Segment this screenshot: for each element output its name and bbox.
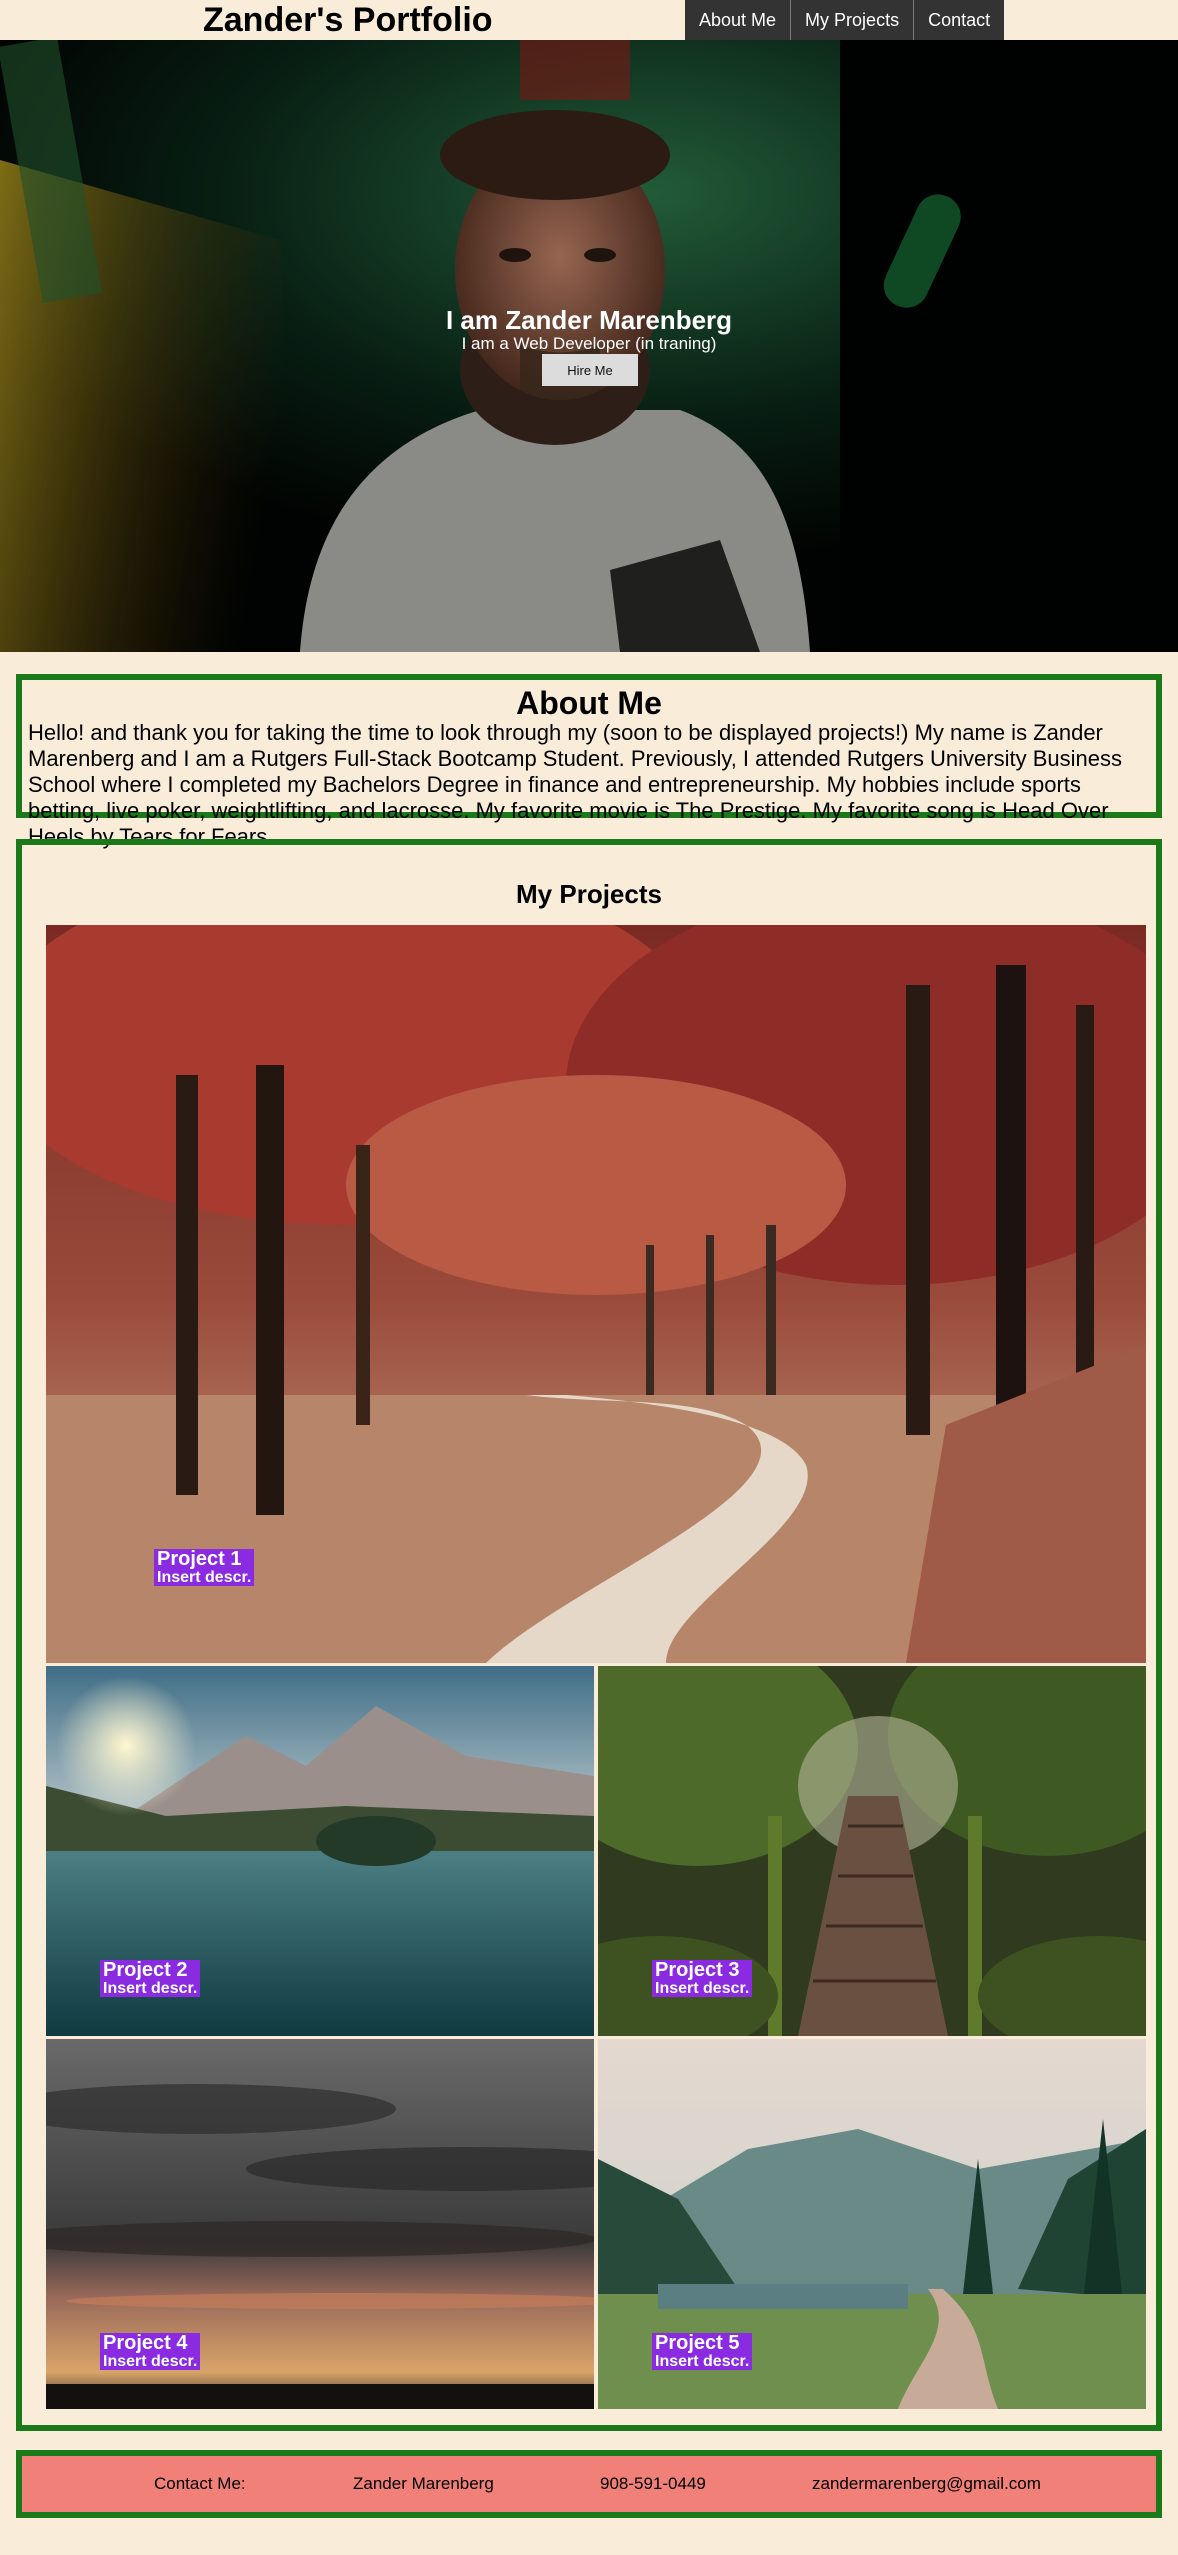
site-header: Zander's Portfolio About Me My Projects … [0, 0, 1178, 40]
project-3-desc: Insert descr. [655, 1980, 750, 1997]
project-5-title: Project 5 [655, 2332, 740, 2354]
project-2-card[interactable]: Project 2 Insert descr. [46, 1666, 594, 2036]
project-2-desc: Insert descr. [103, 1980, 198, 1997]
project-4-desc: Insert descr. [103, 2353, 198, 2370]
project-2-label: Project 2 Insert descr. [100, 1959, 201, 1997]
contact-name: Zander Marenberg [353, 2474, 494, 2493]
project-4-label: Project 4 Insert descr. [100, 2332, 201, 2370]
contact-email[interactable]: zandermarenberg@gmail.com [812, 2456, 1041, 2512]
site-title: Zander's Portfolio [203, 1, 493, 39]
project-3-label: Project 3 Insert descr. [652, 1959, 753, 1997]
hire-me-button[interactable]: Hire Me [542, 354, 638, 386]
project-1-desc: Insert descr. [157, 1569, 252, 1586]
hero-heading: I am Zander Marenberg [445, 305, 733, 335]
hero-subheading: I am a Web Developer (in traning) [461, 334, 717, 353]
about-section: About Me Hello! and thank you for taking… [16, 674, 1162, 849]
project-5-desc: Insert descr. [655, 2353, 750, 2370]
about-heading: About Me [516, 685, 662, 721]
hero-banner: I am Zander Marenberg I am a Web Develop… [0, 40, 1178, 652]
nav-contact[interactable]: Contact [914, 0, 1005, 40]
project-5-card[interactable]: Project 5 Insert descr. [598, 2039, 1146, 2409]
project-4-title: Project 4 [103, 2332, 188, 2354]
nav-my-projects[interactable]: My Projects [791, 0, 915, 40]
project-1-card[interactable]: Project 1 Insert descr. [46, 925, 1146, 1663]
project-3-card[interactable]: Project 3 Insert descr. [598, 1666, 1146, 2036]
contact-phone: 908-591-0449 [600, 2474, 706, 2493]
nav-about-me[interactable]: About Me [685, 0, 792, 40]
contact-bar: Contact Me: Zander Marenberg 908-591-044… [22, 2456, 1156, 2512]
main-nav: About Me My Projects Contact [685, 0, 1005, 40]
project-5-label: Project 5 Insert descr. [652, 2332, 753, 2370]
about-body: Hello! and thank you for taking the time… [28, 720, 1122, 849]
project-2-title: Project 2 [103, 1959, 188, 1981]
project-1-label: Project 1 Insert descr. [154, 1548, 255, 1586]
projects-section: My Projects Project 1 Insert descr. Proj… [16, 839, 1162, 2431]
projects-heading: My Projects [516, 879, 662, 909]
project-1-title: Project 1 [157, 1548, 242, 1570]
contact-section: Contact Me: Zander Marenberg 908-591-044… [16, 2450, 1162, 2518]
project-3-title: Project 3 [655, 1959, 740, 1981]
contact-label: Contact Me: [154, 2474, 246, 2493]
project-4-card[interactable]: Project 4 Insert descr. [46, 2039, 594, 2409]
